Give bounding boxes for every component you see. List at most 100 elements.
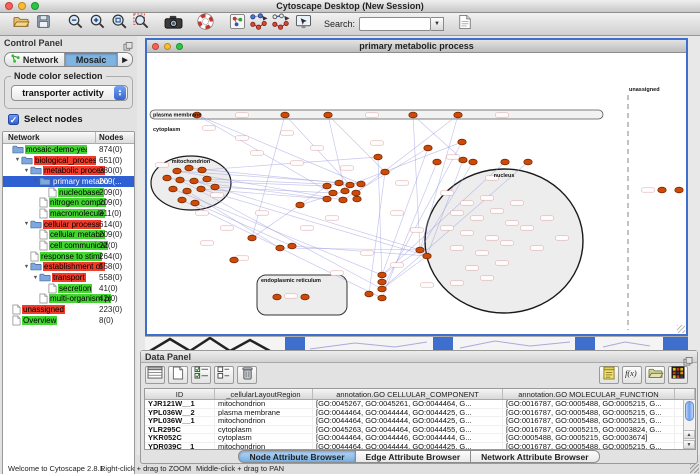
network-node[interactable] xyxy=(378,279,386,285)
network-resize-grip[interactable] xyxy=(677,325,685,333)
network-node[interactable] xyxy=(288,243,296,249)
tab-network[interactable]: Network xyxy=(5,53,65,66)
network-node[interactable] xyxy=(409,112,417,118)
network-node[interactable] xyxy=(176,177,184,183)
network-node[interactable] xyxy=(458,139,466,145)
network-canvas[interactable]: plasma membranecytoplasmmitochondrionnuc… xyxy=(147,53,686,334)
tree-item[interactable]: cellular metabo209(0) xyxy=(3,230,134,241)
tree-item[interactable]: ▼primary metabo209(... xyxy=(3,176,134,187)
network-node[interactable] xyxy=(173,168,181,174)
network-node[interactable] xyxy=(378,272,386,278)
network-node[interactable] xyxy=(424,145,432,151)
save-button[interactable] xyxy=(33,14,53,34)
table-row[interactable]: YDR039C__1mitochondrion[GO:0044464, GO:0… xyxy=(145,443,695,450)
network-node[interactable] xyxy=(163,175,171,181)
zoom-selected-button[interactable] xyxy=(131,14,151,34)
tree-item[interactable]: Overview8(0) xyxy=(3,315,134,326)
table-row[interactable]: YKR052Ccytoplasm[GO:0044464, GO:0044446,… xyxy=(145,434,695,443)
select-attributes-button[interactable] xyxy=(191,366,211,384)
network-node[interactable] xyxy=(353,196,361,202)
table-row[interactable]: YPL036W__1mitochondrion[GO:0044464, GO:0… xyxy=(145,417,695,426)
help-button[interactable] xyxy=(195,14,215,34)
network-node[interactable] xyxy=(273,294,281,300)
import-attributes-button[interactable] xyxy=(599,366,619,384)
scrollbar-thumb[interactable] xyxy=(685,401,694,421)
tree-expand-arrow[interactable]: ▼ xyxy=(32,275,39,281)
network-node[interactable] xyxy=(454,112,462,118)
search-input[interactable] xyxy=(359,17,431,31)
tab-network-attribute-browser[interactable]: Network Attribute Browser xyxy=(471,450,599,463)
network-view-window[interactable]: primary metabolic process plasma membran… xyxy=(145,38,688,336)
network-node[interactable] xyxy=(416,247,424,253)
tree-header[interactable]: Network Nodes xyxy=(3,132,134,144)
matrix-view-button[interactable] xyxy=(668,366,688,384)
network-node[interactable] xyxy=(324,112,332,118)
table-column-header[interactable]: _cellularLayoutRegion xyxy=(215,389,313,399)
tree-expand-arrow[interactable]: ▼ xyxy=(23,221,30,227)
tab-edge-attribute-browser[interactable]: Edge Attribute Browser xyxy=(356,450,472,463)
tab-overflow-arrow[interactable]: ▶ xyxy=(118,53,132,66)
network-node[interactable] xyxy=(185,165,193,171)
network-node[interactable] xyxy=(191,200,199,206)
table-column-header[interactable]: annotation.GO MOLECULAR_FUNCTION xyxy=(503,389,675,399)
attribute-table[interactable]: ID_cellularLayoutRegionannotation.GO CEL… xyxy=(144,388,696,450)
tree-item[interactable]: ▼biological_process651(0) xyxy=(3,155,134,166)
tree-item[interactable]: ▼establishment of lo558(0) xyxy=(3,262,134,273)
network-node[interactable] xyxy=(357,181,365,187)
network-node[interactable] xyxy=(169,186,177,192)
load-attributes-button[interactable] xyxy=(645,366,665,384)
network-node[interactable] xyxy=(230,257,238,263)
network-node[interactable] xyxy=(276,245,284,251)
tab-node-attribute-browser[interactable]: Node Attribute Browser xyxy=(238,450,355,463)
table-row[interactable]: YPL036W__2plasma membrane[GO:0044464, GO… xyxy=(145,409,695,418)
network-node[interactable] xyxy=(346,182,354,188)
search-dropdown-button[interactable]: ▼ xyxy=(431,17,444,31)
tree-expand-arrow[interactable]: ▼ xyxy=(14,157,21,163)
network-node[interactable] xyxy=(341,188,349,194)
tree-item[interactable]: cell communicat22(0) xyxy=(3,240,134,251)
network-node[interactable] xyxy=(281,112,289,118)
network-node[interactable] xyxy=(459,157,467,163)
tree-item[interactable]: ▼metabolic process280(0) xyxy=(3,165,134,176)
vizmapper-button[interactable] xyxy=(293,14,313,34)
network-node[interactable] xyxy=(211,184,219,190)
zoom-window-button[interactable] xyxy=(31,2,39,10)
network-node[interactable] xyxy=(335,180,343,186)
network-node[interactable] xyxy=(675,187,683,193)
network-node[interactable] xyxy=(183,188,191,194)
network-node[interactable] xyxy=(198,167,206,173)
network-node[interactable] xyxy=(352,190,360,196)
network-node[interactable] xyxy=(378,286,386,292)
window-resize-grip[interactable] xyxy=(690,464,699,473)
scroll-down-button[interactable]: ▼ xyxy=(683,440,695,449)
tree-item[interactable]: nucleobase-209(0) xyxy=(3,187,134,198)
network-node[interactable] xyxy=(296,202,304,208)
network-node[interactable] xyxy=(190,178,198,184)
network-node[interactable] xyxy=(423,253,431,259)
network-window-titlebar[interactable]: primary metabolic process xyxy=(147,40,686,53)
minimize-window-button[interactable] xyxy=(18,2,26,10)
zoom-out-button[interactable] xyxy=(65,14,85,34)
new-network-from-selected-nodes-button[interactable] xyxy=(249,14,269,34)
open-file-button[interactable] xyxy=(11,14,31,34)
formula-builder-button[interactable]: f(x) xyxy=(622,366,642,384)
advanced-search-button[interactable] xyxy=(455,14,475,34)
network-node[interactable] xyxy=(323,183,331,189)
network-node[interactable] xyxy=(501,159,509,165)
network-node[interactable] xyxy=(365,291,373,297)
network-node[interactable] xyxy=(381,169,389,175)
unselect-attributes-button[interactable] xyxy=(214,366,234,384)
table-column-header[interactable]: ID xyxy=(145,389,215,399)
tree-item[interactable]: ▼cellular process614(0) xyxy=(3,219,134,230)
tree-expand-arrow[interactable]: ▼ xyxy=(23,168,30,174)
tree-item[interactable]: macromolecule311(0) xyxy=(3,208,134,219)
tab-mosaic[interactable]: Mosaic xyxy=(65,53,118,66)
network-node[interactable] xyxy=(378,295,386,301)
graphics-details-button[interactable] xyxy=(227,14,247,34)
tree-item[interactable]: nitrogen compo209(0) xyxy=(3,197,134,208)
table-column-header[interactable]: annotation.GO CELLULAR_COMPONENT xyxy=(313,389,503,399)
network-node[interactable] xyxy=(374,154,382,160)
network-node[interactable] xyxy=(178,197,186,203)
tree-expand-arrow[interactable]: ▼ xyxy=(23,264,30,270)
table-row[interactable]: YLR295Ccytoplasm[GO:0045263, GO:0044464,… xyxy=(145,426,695,435)
